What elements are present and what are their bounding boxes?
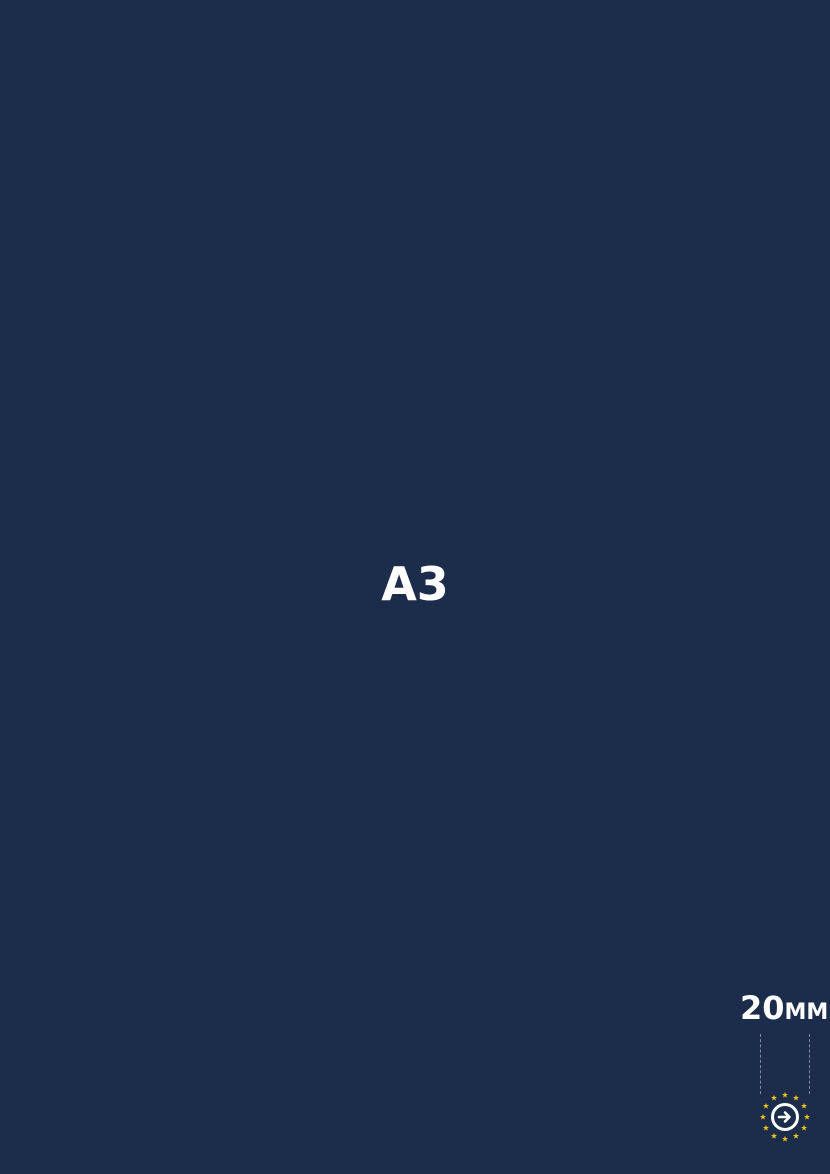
star-icon bbox=[762, 1102, 769, 1109]
star-icon bbox=[781, 1091, 789, 1098]
star-icon bbox=[781, 1135, 789, 1142]
poster-canvas: A3 20MM bbox=[0, 0, 830, 1174]
size-indicator: 20MM bbox=[740, 990, 830, 1032]
star-icon bbox=[759, 1113, 767, 1120]
measure-guide-left bbox=[760, 1034, 761, 1094]
size-value: 20 bbox=[740, 989, 785, 1027]
star-icon bbox=[792, 1132, 800, 1139]
eu-stars-arrow-logo-icon bbox=[759, 1091, 811, 1142]
star-icon bbox=[770, 1094, 778, 1101]
star-icon bbox=[801, 1102, 808, 1109]
star-icon bbox=[762, 1124, 769, 1131]
format-label: A3 bbox=[381, 557, 449, 611]
size-unit: MM bbox=[784, 1000, 829, 1025]
star-icon bbox=[770, 1132, 778, 1139]
star-icon bbox=[801, 1124, 808, 1131]
measure-guide-right bbox=[809, 1034, 810, 1094]
star-icon bbox=[792, 1094, 800, 1101]
star-icon bbox=[803, 1113, 811, 1120]
